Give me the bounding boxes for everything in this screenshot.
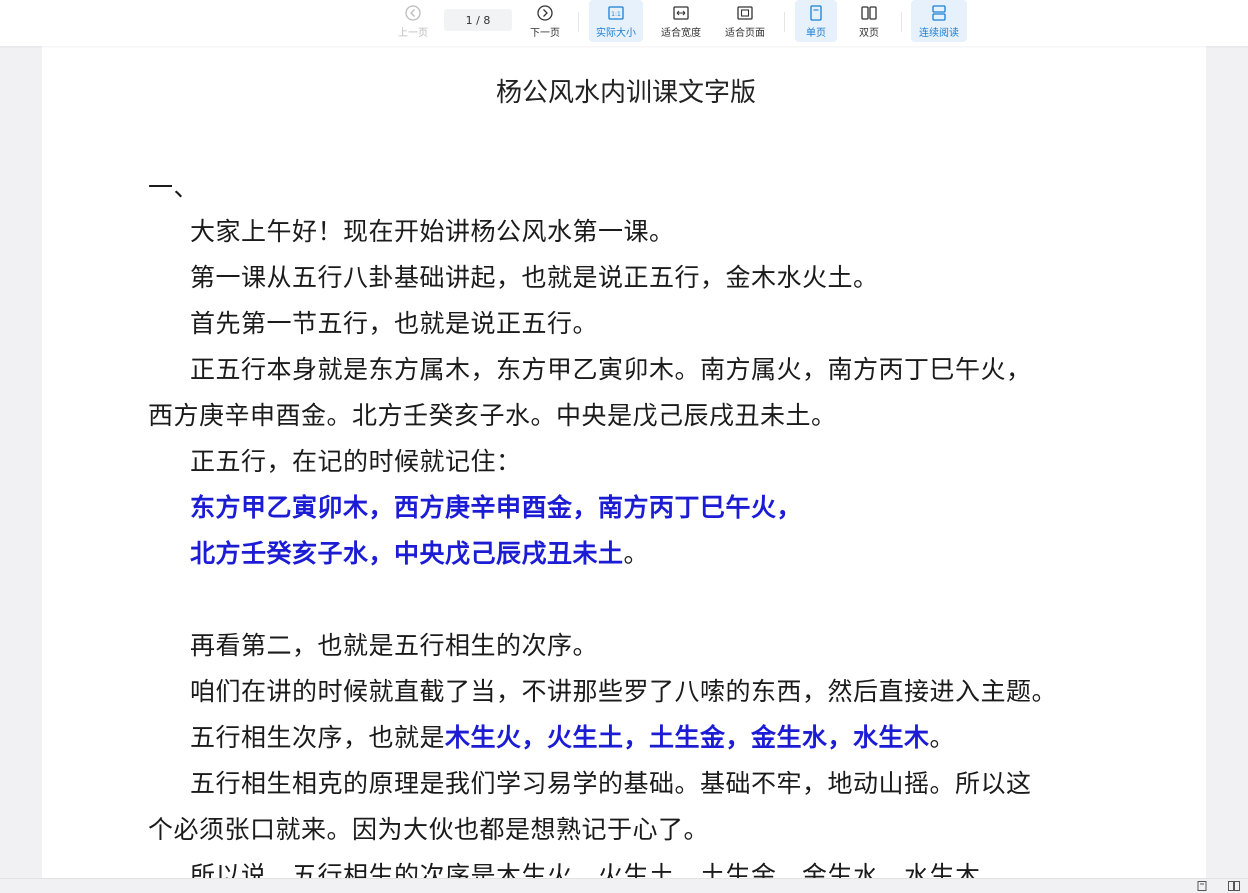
single-page-icon [810,5,822,21]
fit-page-label: 适合页面 [725,28,765,39]
highlighted-text: 木生火，火生土，土生金，金生水，水生木 [445,723,930,752]
double-page-icon [861,6,877,20]
double-page-label: 双页 [859,28,879,39]
paragraph-line-wrapper: 五行相生次序，也就是木生火，火生土，土生金，金生水，水生木。 [190,718,955,754]
actual-size-badge: 1:1 [611,11,621,18]
continuous-reading-icon [932,5,946,21]
double-page-button[interactable]: 双页 [848,0,890,42]
fit-page-button[interactable]: 适合页面 [718,0,772,42]
line-period: 。 [929,723,956,752]
toolbar-divider [901,12,902,32]
paragraph-line: 再看第二，也就是五行相生的次序。 [190,631,599,660]
actual-size-icon: 1:1 [608,6,624,20]
fit-page-icon [737,6,753,20]
next-page-label: 下一页 [530,28,560,39]
prev-page-label: 上一页 [398,28,428,39]
document-title: 杨公风水内训课文字版 [495,78,756,108]
double-page-view-icon[interactable] [1228,881,1240,891]
single-page-button[interactable]: 单页 [795,0,837,42]
continuous-reading-label: 连续阅读 [919,28,959,39]
paragraph-line: 五行相生相克的原理是我们学习易学的基础。基础不牢，地动山摇。所以这 [190,769,1032,798]
page-indicator-text: 1 / 8 [465,13,491,27]
paragraph-line: 个必须张口就来。因为大伙也都是想熟记于心了。 [148,815,710,844]
actual-size-button[interactable]: 1:1 实际大小 [589,0,643,42]
paragraph-text: 五行相生次序，也就是 [190,723,446,752]
highlighted-line-wrapper: 北方壬癸亥子水，中央戊己辰戌丑未土。 [190,534,649,570]
paragraph-line: 西方庚辛申酉金。北方壬癸亥子水。中央是戊己辰戌丑未土。 [148,401,837,430]
highlighted-line: 东方甲乙寅卯木，西方庚辛申酉金，南方丙丁巳午火， [190,493,803,522]
chevron-left-circle-icon [405,5,421,21]
prev-page-button[interactable]: 上一页 [394,0,432,42]
viewer-toolbar: 上一页 1 / 8 下一页 1:1 实际大小 适合宽度 适合页面 单页 双页 连… [0,0,1248,46]
highlighted-text: 北方壬癸亥子水，中央戊己辰戌丑未土 [190,539,624,568]
fit-width-icon [673,6,689,20]
continuous-reading-button[interactable]: 连续阅读 [911,0,967,42]
single-page-view-icon[interactable] [1196,881,1208,891]
page-indicator[interactable]: 1 / 8 [444,9,512,31]
paragraph-line: 大家上午好！现在开始讲杨公风水第一课。 [190,217,675,246]
status-bar [0,878,1248,893]
section-number: 一、 [148,173,200,202]
toolbar-divider [784,12,785,32]
fit-width-label: 适合宽度 [661,28,701,39]
next-page-button[interactable]: 下一页 [526,0,564,42]
actual-size-label: 实际大小 [596,28,636,39]
chevron-right-circle-icon [537,5,553,21]
paragraph-line: 所以说，五行相生的次序是木生火，火生土，土生金，金生水，水生木 [190,861,981,878]
single-page-label: 单页 [806,28,826,39]
toolbar-divider [578,12,579,32]
document-page: 杨公风水内训课文字版 一、 大家上午好！现在开始讲杨公风水第一课。 第一课从五行… [42,46,1206,878]
fit-width-button[interactable]: 适合宽度 [654,0,708,42]
paragraph-line: 首先第一节五行，也就是说正五行。 [190,309,599,338]
line-period: 。 [623,539,650,568]
paragraph-line: 咱们在讲的时候就直截了当，不讲那些罗了八嗦的东西，然后直接进入主题。 [190,677,1058,706]
paragraph-line: 正五行本身就是东方属木，东方甲乙寅卯木。南方属火，南方丙丁巳午火， [190,355,1032,384]
paragraph-line: 正五行，在记的时候就记住： [190,447,522,476]
paragraph-line: 第一课从五行八卦基础讲起，也就是说正五行，金木水火土。 [190,263,879,292]
